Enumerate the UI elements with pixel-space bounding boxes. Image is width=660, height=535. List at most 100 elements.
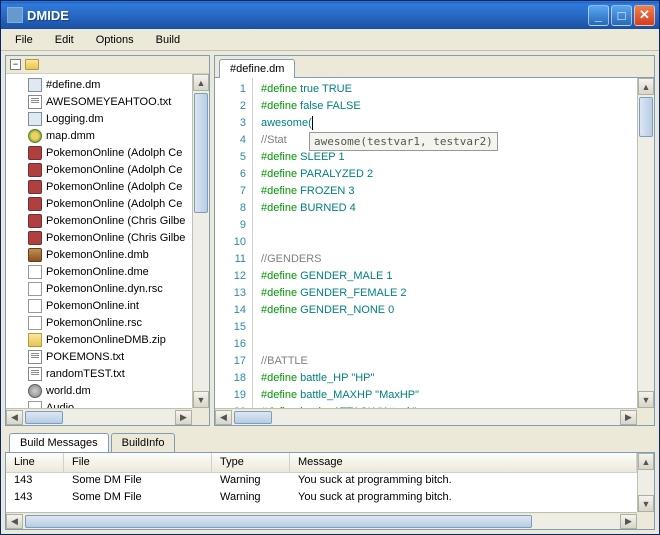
tree-item[interactable]: PokemonOnline (Chris Gilbe	[6, 212, 192, 229]
build-messages-panel: Build Messages BuildInfo Line File Type …	[5, 430, 655, 530]
tree-item-label: PokemonOnline.rsc	[46, 317, 142, 329]
maximize-button[interactable]: □	[611, 5, 632, 26]
messages-vscroll[interactable]: ▲ ▼	[637, 453, 654, 512]
col-message[interactable]: Message	[290, 453, 637, 472]
tree-item[interactable]: PokemonOnline.rsc	[6, 314, 192, 331]
rsc-icon	[28, 299, 42, 313]
tree-item-label: randomTEST.txt	[46, 368, 125, 380]
tree-body[interactable]: #define.dm AWESOMEYEAHTOO.txt Logging.dm ma…	[6, 74, 192, 408]
col-file[interactable]: File	[64, 453, 212, 472]
tree-item[interactable]: PokemonOnline.dme	[6, 263, 192, 280]
tree-item-label: POKEMONS.txt	[46, 351, 124, 363]
tab-build-info[interactable]: BuildInfo	[111, 433, 176, 452]
tree-item[interactable]: PokemonOnline (Adolph Ce	[6, 178, 192, 195]
editor-vscroll[interactable]: ▲ ▼	[637, 78, 654, 408]
editor-hscroll-thumb[interactable]	[234, 411, 272, 424]
pko-icon	[28, 146, 42, 160]
tree-vscroll[interactable]: ▲ ▼	[192, 74, 209, 408]
collapse-all-button[interactable]: −	[10, 59, 21, 70]
scroll-down-icon[interactable]: ▼	[638, 391, 654, 408]
tab-build-messages[interactable]: Build Messages	[9, 433, 109, 452]
tree-item-label: map.dmm	[46, 130, 95, 142]
menu-options[interactable]: Options	[86, 32, 144, 48]
scroll-up-icon[interactable]: ▲	[638, 453, 654, 470]
message-row[interactable]: 143Some DM FileWarningYou suck at progra…	[6, 473, 637, 490]
tree-item[interactable]: world.dm	[6, 382, 192, 399]
tree-vscroll-thumb[interactable]	[194, 93, 208, 213]
tree-item-label: PokemonOnline.int	[46, 300, 139, 312]
menu-file[interactable]: File	[5, 32, 43, 48]
tree-item[interactable]: Logging.dm	[6, 110, 192, 127]
txt-icon	[28, 95, 42, 109]
tree-item[interactable]: PokemonOnlineDMB.zip	[6, 331, 192, 348]
tree-item-label: world.dm	[46, 385, 91, 397]
tree-item-label: PokemonOnline (Adolph Ce	[46, 198, 182, 210]
messages-hscroll-thumb[interactable]	[25, 515, 532, 528]
scroll-left-icon[interactable]: ◀	[6, 410, 23, 425]
tree-item-label: AWESOMEYEAHTOO.txt	[46, 96, 171, 108]
scroll-left-icon[interactable]: ◀	[215, 410, 232, 425]
messages-header: Line File Type Message	[6, 453, 637, 473]
cell-line: 143	[6, 490, 64, 507]
messages-table: Line File Type Message 143Some DM FileWa…	[6, 453, 637, 512]
editor-hscroll[interactable]: ◀ ▶	[215, 408, 637, 425]
tree-item[interactable]: PokemonOnline (Adolph Ce	[6, 144, 192, 161]
tree-header: −	[6, 56, 209, 74]
scroll-up-icon[interactable]: ▲	[638, 78, 654, 95]
scroll-down-icon[interactable]: ▼	[193, 391, 209, 408]
tree-hscroll[interactable]: ◀ ▶	[6, 408, 192, 425]
tree-item[interactable]: Audio	[6, 399, 192, 408]
editor-vscroll-thumb[interactable]	[639, 97, 653, 137]
menu-build[interactable]: Build	[146, 32, 190, 48]
tree-item-label: PokemonOnline (Adolph Ce	[46, 147, 182, 159]
tree-item-label: PokemonOnline.dyn.rsc	[46, 283, 163, 295]
tree-item[interactable]: PokemonOnline.int	[6, 297, 192, 314]
tree-item[interactable]: POKEMONS.txt	[6, 348, 192, 365]
message-row[interactable]: 143Some DM FileWarningYou suck at progra…	[6, 490, 637, 507]
app-window: DMIDE _ □ ✕ File Edit Options Build − #d…	[0, 0, 660, 535]
cell-message: You suck at programming bitch.	[290, 490, 637, 507]
tree-item[interactable]: PokemonOnline (Adolph Ce	[6, 195, 192, 212]
col-type[interactable]: Type	[212, 453, 290, 472]
menu-edit[interactable]: Edit	[45, 32, 84, 48]
map-icon	[28, 129, 42, 143]
tree-item[interactable]: PokemonOnline (Adolph Ce	[6, 161, 192, 178]
tree-item[interactable]: PokemonOnline.dmb	[6, 246, 192, 263]
tree-item-label: PokemonOnline.dme	[46, 266, 149, 278]
col-line[interactable]: Line	[6, 453, 64, 472]
scroll-right-icon[interactable]: ▶	[620, 410, 637, 425]
pko-icon	[28, 180, 42, 194]
scroll-up-icon[interactable]: ▲	[193, 74, 209, 91]
pko-icon	[28, 214, 42, 228]
dm-icon	[28, 112, 42, 126]
messages-hscroll[interactable]: ◀ ▶	[6, 512, 637, 529]
titlebar[interactable]: DMIDE _ □ ✕	[1, 1, 659, 29]
tree-item-label: PokemonOnline.dmb	[46, 249, 149, 261]
minimize-button[interactable]: _	[588, 5, 609, 26]
tree-hscroll-thumb[interactable]	[25, 411, 63, 424]
scroll-right-icon[interactable]: ▶	[620, 514, 637, 529]
pko-icon	[28, 197, 42, 211]
code-editor[interactable]: 1234567891011121314151617181920 #define …	[215, 78, 637, 408]
pko-icon	[28, 231, 42, 245]
scroll-right-icon[interactable]: ▶	[175, 410, 192, 425]
tree-item[interactable]: randomTEST.txt	[6, 365, 192, 382]
scroll-left-icon[interactable]: ◀	[6, 514, 23, 529]
tree-item-label: PokemonOnline (Adolph Ce	[46, 164, 182, 176]
tree-item[interactable]: #define.dm	[6, 76, 192, 93]
text-caret	[312, 116, 313, 130]
build-tabstrip: Build Messages BuildInfo	[5, 430, 655, 452]
code-area[interactable]: #define true TRUE#define false FALSEawes…	[253, 78, 637, 408]
txt-icon	[28, 367, 42, 381]
cell-line: 143	[6, 473, 64, 490]
tree-item[interactable]: PokemonOnline.dyn.rsc	[6, 280, 192, 297]
rsc-icon	[28, 282, 42, 296]
cell-type: Warning	[212, 473, 290, 490]
app-icon	[7, 7, 23, 23]
tree-item[interactable]: AWESOMEYEAHTOO.txt	[6, 93, 192, 110]
tree-item[interactable]: map.dmm	[6, 127, 192, 144]
scroll-down-icon[interactable]: ▼	[638, 495, 654, 512]
close-button[interactable]: ✕	[634, 5, 655, 26]
editor-tab-active[interactable]: #define.dm	[219, 59, 295, 78]
tree-item[interactable]: PokemonOnline (Chris Gilbe	[6, 229, 192, 246]
